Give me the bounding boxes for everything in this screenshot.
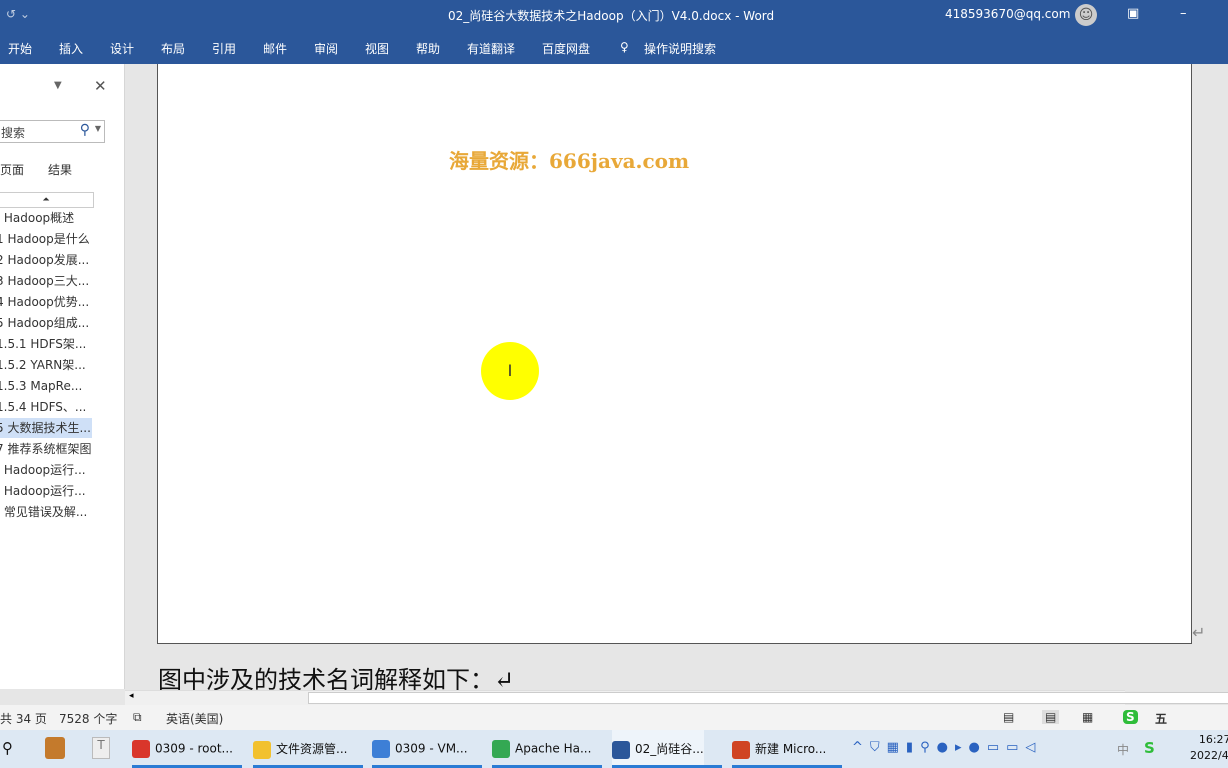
sogou-icon[interactable]: S xyxy=(1123,710,1138,724)
app-icon xyxy=(492,740,510,758)
taskbar: ⚲ T 0309 - root... 文件资源管... 0309 - VM... Ap… xyxy=(0,730,1228,768)
time: 16:27 xyxy=(1198,733,1228,746)
navigation-pane: ▼ ✕ 搜索 ⚲ ▼ 页面 结果 ⏶ : Hadoop概述 1 Hadoop是什么… xyxy=(0,64,125,689)
page-count[interactable]: 共 34 页 xyxy=(0,710,47,727)
search-icon[interactable]: ⚲ xyxy=(80,122,90,138)
app-icon xyxy=(732,740,750,759)
avatar[interactable]: ☺ xyxy=(1075,4,1097,26)
proofing-icon[interactable]: ⧉ xyxy=(133,710,142,725)
scroll-left-icon[interactable]: ◂ xyxy=(129,691,134,701)
lightbulb-icon: ♀ xyxy=(620,40,629,54)
paragraph-mark: ↵ xyxy=(1192,623,1206,642)
nav-heading-item[interactable]: 4 Hadoop优势... xyxy=(0,292,92,312)
tab-pages[interactable]: 页面 xyxy=(0,161,24,178)
tab-design[interactable]: 设计 xyxy=(110,40,134,57)
tab-references[interactable]: 引用 xyxy=(212,40,236,57)
app-icon xyxy=(132,740,150,758)
title-bar: ↺ ⌄ 02_尚硅谷大数据技术之Hadoop（入门）V4.0.docx - Wo… xyxy=(0,0,1228,30)
text-app-icon[interactable]: T xyxy=(92,737,110,759)
tab-help[interactable]: 帮助 xyxy=(416,40,440,57)
tab-view[interactable]: 视图 xyxy=(365,40,389,57)
nav-heading-item[interactable]: 7 推荐系统框架图 xyxy=(0,439,92,459)
taskbar-item-label: 0309 - root... xyxy=(155,741,233,756)
minimize-icon[interactable]: – xyxy=(1180,6,1187,21)
nav-heading-item[interactable]: : Hadoop概述 xyxy=(0,208,92,228)
nav-heading-item[interactable]: 1.5.4 HDFS、... xyxy=(0,397,92,417)
status-bar: 共 34 页 7528 个字 ⧉ 英语(美国) ▤ ▤ ▦ S 五 xyxy=(0,705,1228,730)
taskbar-item-label: 0309 - VM... xyxy=(395,741,468,756)
taskbar-item[interactable]: 新建 Micro... xyxy=(732,730,842,768)
tab-youdao[interactable]: 有道翻译 xyxy=(467,40,515,57)
scrollbar-thumb[interactable] xyxy=(308,692,1228,704)
search-icon[interactable]: ⚲ xyxy=(2,739,13,757)
taskbar-item-label: Apache Ha... xyxy=(515,741,592,756)
taskbar-item[interactable]: 文件资源管... xyxy=(253,730,363,768)
search-placeholder: 搜索 xyxy=(1,126,26,140)
language[interactable]: 英语(美国) xyxy=(166,710,223,727)
tell-me-search[interactable]: 操作说明搜索 xyxy=(644,40,716,57)
ribbon-tabs: 开始 插入 设计 布局 引用 邮件 审阅 视图 帮助 有道翻译 百度网盘 ♀ 操… xyxy=(0,30,1228,64)
nav-heading-item[interactable]: : Hadoop运行... xyxy=(0,481,92,501)
app-icon xyxy=(612,740,630,759)
nav-heading-item[interactable]: 1.5.2 YARN架... xyxy=(0,355,92,375)
search-input[interactable]: 搜索 ⚲ ▼ xyxy=(0,120,105,143)
nav-heading-item[interactable]: 2 Hadoop发展... xyxy=(0,250,92,270)
quick-access-toolbar[interactable]: ↺ ⌄ xyxy=(6,7,30,21)
word-count[interactable]: 7528 个字 xyxy=(59,710,117,727)
nav-heading-item[interactable]: 5 Hadoop组成... xyxy=(0,313,92,333)
nav-heading-item[interactable]: 1.5.3 MapRe... xyxy=(0,376,92,396)
tab-results[interactable]: 结果 xyxy=(48,161,72,178)
print-layout-icon[interactable]: ▤ xyxy=(1042,710,1060,724)
taskbar-item[interactable]: Apache Ha... xyxy=(492,730,602,768)
cursor-highlight: I xyxy=(481,342,539,400)
window-title: 02_尚硅谷大数据技术之Hadoop（入门）V4.0.docx - Word xyxy=(448,9,775,23)
account-name[interactable]: 418593670@qq.com xyxy=(945,7,1070,21)
tab-review[interactable]: 审阅 xyxy=(314,40,338,57)
web-layout-icon[interactable]: ▦ xyxy=(1082,710,1093,724)
ime-mode[interactable]: 五 xyxy=(1155,710,1167,727)
horizontal-scrollbar[interactable]: ◂ xyxy=(125,690,1228,705)
taskbar-item-label: 02_尚硅谷... xyxy=(635,742,704,756)
close-icon[interactable]: ✕ xyxy=(94,77,107,95)
nav-heading-item[interactable]: : Hadoop运行... xyxy=(0,460,92,480)
chevron-down-icon[interactable]: ▼ xyxy=(95,124,101,133)
tab-mailings[interactable]: 邮件 xyxy=(263,40,287,57)
nav-heading-item[interactable]: 5 大数据技术生... xyxy=(0,418,92,438)
pane-options-icon[interactable]: ▼ xyxy=(54,80,62,91)
watermark: 海量资源：666java.com xyxy=(449,149,690,173)
system-tray-icons[interactable]: ^⛉▦▮⚲●▸●▭▭◁ xyxy=(852,740,1042,755)
document-page[interactable]: 海量资源：666java.com xyxy=(157,64,1192,644)
sogou-tray-icon[interactable]: S xyxy=(1144,739,1155,757)
taskbar-item-label: 文件资源管... xyxy=(276,742,348,756)
collapse-all-button[interactable]: ⏶ xyxy=(0,192,94,208)
app-icon xyxy=(253,740,271,759)
ribbon-display-icon[interactable]: ▣ xyxy=(1127,6,1139,21)
nav-heading-item[interactable]: : 常见错误及解... xyxy=(0,502,92,522)
tab-home[interactable]: 开始 xyxy=(8,40,32,57)
app-icon xyxy=(372,740,390,758)
nav-heading-item[interactable]: 1 Hadoop是什么 xyxy=(0,229,92,249)
tab-layout[interactable]: 布局 xyxy=(161,40,185,57)
tab-insert[interactable]: 插入 xyxy=(59,40,83,57)
clock[interactable]: 16:27 2022/4/2 xyxy=(1190,732,1228,764)
date: 2022/4/2 xyxy=(1190,749,1228,762)
nav-heading-item[interactable]: 1.5.1 HDFS架... xyxy=(0,334,92,354)
input-lang[interactable]: 中 xyxy=(1117,741,1129,758)
taskbar-item[interactable]: 0309 - VM... xyxy=(372,730,482,768)
book-app-icon[interactable] xyxy=(45,737,65,759)
taskbar-item[interactable]: 02_尚硅谷... xyxy=(612,730,722,768)
nav-heading-item[interactable]: 3 Hadoop三大... xyxy=(0,271,92,291)
taskbar-item-label: 新建 Micro... xyxy=(755,742,827,756)
read-mode-icon[interactable]: ▤ xyxy=(1003,710,1014,724)
tab-baidu[interactable]: 百度网盘 xyxy=(542,40,590,57)
taskbar-item[interactable]: 0309 - root... xyxy=(132,730,242,768)
